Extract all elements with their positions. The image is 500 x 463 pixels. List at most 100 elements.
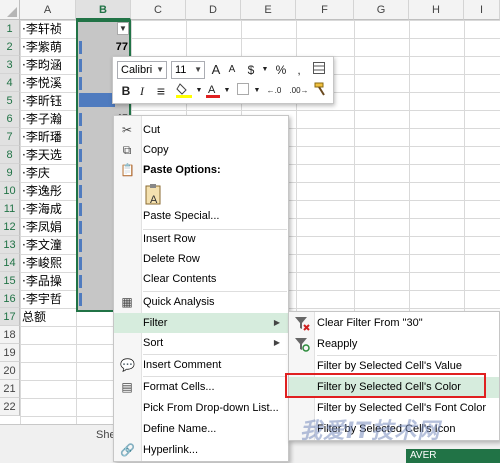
- data-bar: [79, 239, 82, 252]
- filter-dropdown-button[interactable]: ▼: [117, 22, 129, 35]
- col-header-d[interactable]: D: [186, 0, 241, 20]
- chevron-down-icon: ▼: [156, 65, 164, 74]
- row-header[interactable]: 20: [0, 362, 20, 380]
- cell-a7[interactable]: ·李昕璠: [22, 128, 76, 146]
- italic-button[interactable]: I: [135, 82, 149, 100]
- menu-item-delete-row[interactable]: Delete Row: [114, 249, 288, 269]
- comma-button[interactable]: ,: [293, 61, 305, 79]
- col-header-g[interactable]: G: [354, 0, 409, 20]
- cell-a5[interactable]: ·李昕钰: [22, 92, 76, 110]
- cell-a10[interactable]: ·李逸彤: [22, 182, 76, 200]
- row-header[interactable]: 4: [0, 74, 20, 92]
- cell-a1[interactable]: ·李轩祯: [22, 20, 76, 38]
- paste-button[interactable]: A: [143, 182, 165, 208]
- menu-item-sort[interactable]: Sort ▶: [114, 333, 288, 353]
- font-color-icon[interactable]: A: [205, 82, 221, 100]
- font-size-combo[interactable]: 11 ▼: [171, 61, 205, 79]
- menu-item-quick-analysis[interactable]: ▦ Quick Analysis: [114, 292, 288, 312]
- chevron-down-icon[interactable]: ▼: [223, 82, 231, 100]
- align-center-icon[interactable]: ≡: [153, 82, 169, 100]
- currency-button[interactable]: $: [243, 61, 259, 79]
- row-header[interactable]: 15: [0, 272, 20, 290]
- data-bar: [79, 221, 82, 234]
- col-header-a[interactable]: A: [20, 0, 76, 20]
- col-header-c[interactable]: C: [131, 0, 186, 20]
- row-header[interactable]: 11: [0, 200, 20, 218]
- decrease-decimal-button[interactable]: .00→: [287, 82, 311, 100]
- row-header[interactable]: 6: [0, 110, 20, 128]
- row-header[interactable]: 13: [0, 236, 20, 254]
- col-header-e[interactable]: E: [241, 0, 296, 20]
- cell-a16[interactable]: ·李宇哲: [22, 290, 76, 308]
- menu-item-insert-row[interactable]: Insert Row: [114, 229, 288, 249]
- font-size-value: 11: [175, 64, 187, 76]
- cell-a8[interactable]: ·李天选: [22, 146, 76, 164]
- borders-icon[interactable]: [235, 82, 251, 100]
- row-header[interactable]: 16: [0, 290, 20, 308]
- col-header-h[interactable]: H: [409, 0, 464, 20]
- watermark-logo: 我爱IT技术网: [300, 419, 441, 444]
- menu-item-define-name[interactable]: Define Name...: [114, 419, 288, 439]
- menu-item-hyperlink[interactable]: 🔗 Hyperlink...: [114, 440, 288, 460]
- row-header[interactable]: 5: [0, 92, 20, 110]
- menu-item-copy[interactable]: ⧉ Copy: [114, 140, 288, 160]
- format-painter-icon[interactable]: [313, 82, 329, 100]
- clipboard-icon: 📋: [120, 163, 135, 177]
- cell-a14[interactable]: ·李峻熙: [22, 254, 76, 272]
- row-header[interactable]: 8: [0, 146, 20, 164]
- cell-a9[interactable]: ·李庆: [22, 164, 76, 182]
- row-header[interactable]: 1: [0, 20, 20, 38]
- shrink-font-button[interactable]: A: [225, 61, 239, 79]
- menu-item-format-cells[interactable]: ▤ Format Cells...: [114, 377, 288, 397]
- increase-decimal-button[interactable]: ←.0: [263, 82, 285, 100]
- format-table-icon[interactable]: [311, 61, 327, 79]
- col-header-b[interactable]: B: [76, 0, 131, 20]
- cell-b2[interactable]: 77: [84, 38, 128, 56]
- bold-button[interactable]: B: [119, 82, 133, 100]
- cell-a17[interactable]: 总额: [22, 308, 76, 326]
- menu-item-paste-special[interactable]: Paste Special...: [114, 206, 288, 226]
- status-bar-summary: AVER: [406, 449, 500, 463]
- menu-item-pick-from-list[interactable]: Pick From Drop-down List...: [114, 398, 288, 418]
- menu-item-clear-contents[interactable]: Clear Contents: [114, 269, 288, 289]
- grow-font-button[interactable]: A: [209, 61, 223, 79]
- font-name-combo[interactable]: Calibri ▼: [117, 61, 167, 79]
- cell-a13[interactable]: ·李文潼: [22, 236, 76, 254]
- cell-a4[interactable]: ·李悦溪: [22, 74, 76, 92]
- data-bar: [79, 41, 82, 54]
- chevron-down-icon[interactable]: ▼: [195, 82, 203, 100]
- col-header-i[interactable]: I: [464, 0, 500, 20]
- row-header[interactable]: 18: [0, 326, 20, 344]
- submenu-item-reapply[interactable]: Reapply: [289, 334, 499, 355]
- menu-item-cut[interactable]: ✂ Cut: [114, 120, 288, 140]
- row-header[interactable]: 7: [0, 128, 20, 146]
- select-all-corner[interactable]: [0, 0, 20, 20]
- cell-a6[interactable]: ·李子瀚: [22, 110, 76, 128]
- row-header[interactable]: 2: [0, 38, 20, 56]
- cell-a11[interactable]: ·李海成: [22, 200, 76, 218]
- row-header[interactable]: 12: [0, 218, 20, 236]
- row-header[interactable]: 19: [0, 344, 20, 362]
- percent-button[interactable]: %: [273, 61, 289, 79]
- data-bar: [79, 113, 82, 126]
- chevron-down-icon[interactable]: ▼: [253, 82, 261, 100]
- row-header[interactable]: 22: [0, 398, 20, 416]
- svg-text:A: A: [150, 194, 158, 206]
- row-header[interactable]: 21: [0, 380, 20, 398]
- cell-a12[interactable]: ·李凤娟: [22, 218, 76, 236]
- row-header[interactable]: 17: [0, 308, 20, 326]
- data-bar: [79, 149, 82, 162]
- row-header[interactable]: 3: [0, 56, 20, 74]
- cell-a3[interactable]: ·李昀涵: [22, 56, 76, 74]
- fill-color-icon[interactable]: [175, 82, 193, 100]
- submenu-item-clear-filter[interactable]: Clear Filter From "30": [289, 313, 499, 334]
- col-header-f[interactable]: F: [296, 0, 354, 20]
- row-header[interactable]: 10: [0, 182, 20, 200]
- menu-item-filter[interactable]: Filter ▶: [114, 313, 288, 333]
- menu-item-insert-comment[interactable]: 💬 Insert Comment: [114, 355, 288, 375]
- cell-a2[interactable]: ·李紫萌: [22, 38, 76, 56]
- chevron-down-icon[interactable]: ▼: [261, 61, 269, 79]
- row-header[interactable]: 14: [0, 254, 20, 272]
- row-header[interactable]: 9: [0, 164, 20, 182]
- cell-a15[interactable]: ·李品操: [22, 272, 76, 290]
